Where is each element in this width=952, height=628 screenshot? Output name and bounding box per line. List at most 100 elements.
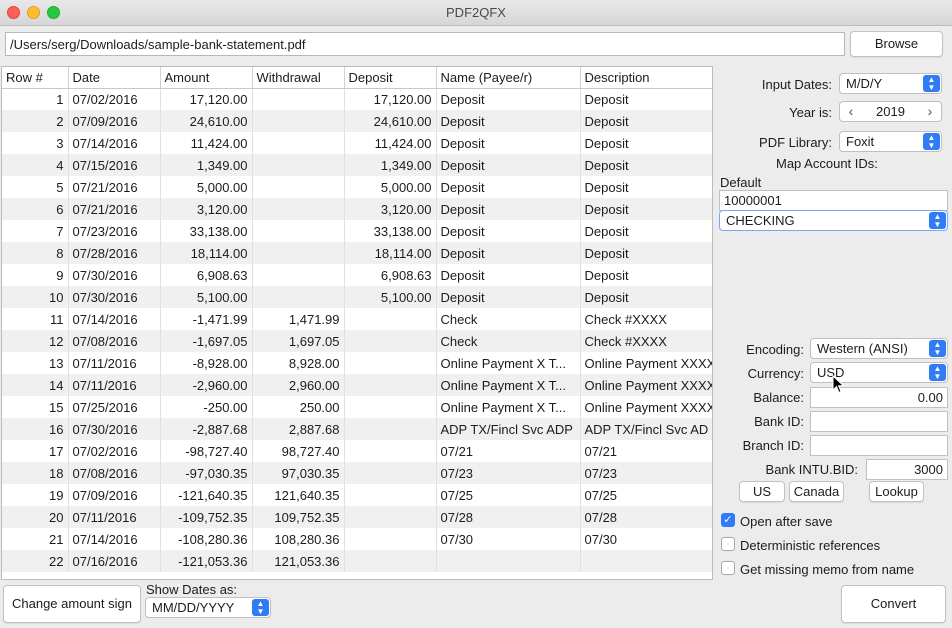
cell-row-number[interactable]: 20 bbox=[2, 506, 69, 528]
cell-description[interactable]: 07/21 bbox=[580, 440, 712, 462]
cell-withdrawal[interactable]: 108,280.36 bbox=[252, 528, 345, 550]
table-row[interactable]: 2 07/09/2016 24,610.00 24,610.00 Deposit Depo… bbox=[2, 110, 712, 132]
table-row[interactable]: 5 07/21/2016 5,000.00 5,000.00 Deposit Deposi… bbox=[2, 176, 712, 198]
cell-description[interactable]: Deposit bbox=[580, 176, 712, 198]
cell-amount[interactable]: -1,471.99 bbox=[160, 308, 253, 330]
cell-withdrawal[interactable] bbox=[252, 242, 345, 264]
cell-date[interactable]: 07/09/2016 bbox=[68, 110, 161, 132]
cell-withdrawal[interactable] bbox=[252, 198, 345, 220]
pdf-library-select[interactable]: Foxit ▲ ▼ bbox=[839, 131, 942, 152]
table-row[interactable]: 20 07/11/2016 -109,752.35 109,752.35 07/28 07… bbox=[2, 506, 712, 528]
table-row[interactable]: 9 07/30/2016 6,908.63 6,908.63 Deposit Deposi… bbox=[2, 264, 712, 286]
table-row[interactable]: 12 07/08/2016 -1,697.05 1,697.05 Check Check … bbox=[2, 330, 712, 352]
cell-description[interactable]: Deposit bbox=[580, 220, 712, 242]
cell-name[interactable]: Deposit bbox=[436, 198, 581, 220]
cell-name[interactable]: Deposit bbox=[436, 242, 581, 264]
cell-date[interactable]: 07/08/2016 bbox=[68, 462, 161, 484]
chevron-right-icon[interactable]: › bbox=[921, 102, 939, 121]
table-row[interactable]: 6 07/21/2016 3,120.00 3,120.00 Deposit Deposi… bbox=[2, 198, 712, 220]
chevron-left-icon[interactable]: ‹ bbox=[842, 102, 860, 121]
cell-deposit[interactable] bbox=[344, 440, 437, 462]
cell-deposit[interactable]: 1,349.00 bbox=[344, 154, 437, 176]
table-row[interactable]: 14 07/11/2016 -2,960.00 2,960.00 Online Paym… bbox=[2, 374, 712, 396]
cell-amount[interactable]: 1,349.00 bbox=[160, 154, 253, 176]
cell-date[interactable]: 07/11/2016 bbox=[68, 352, 161, 374]
cell-deposit[interactable] bbox=[344, 462, 437, 484]
cell-deposit[interactable] bbox=[344, 528, 437, 550]
cell-deposit[interactable]: 11,424.00 bbox=[344, 132, 437, 154]
cell-withdrawal[interactable]: 109,752.35 bbox=[252, 506, 345, 528]
cell-name[interactable]: 07/30 bbox=[436, 528, 581, 550]
cell-amount[interactable]: 5,000.00 bbox=[160, 176, 253, 198]
open-after-save-label[interactable]: Open after save bbox=[740, 514, 833, 529]
cell-date[interactable]: 07/21/2016 bbox=[68, 176, 161, 198]
transactions-table[interactable]: Row # Date Amount Withdrawal Deposit Nam… bbox=[1, 66, 713, 580]
cell-row-number[interactable]: 9 bbox=[2, 264, 69, 286]
cell-amount[interactable]: -8,928.00 bbox=[160, 352, 253, 374]
cell-date[interactable]: 07/30/2016 bbox=[68, 418, 161, 440]
col-header-amount[interactable]: Amount bbox=[160, 67, 253, 89]
cell-description[interactable] bbox=[580, 550, 712, 572]
pdf-path-input[interactable] bbox=[5, 32, 845, 56]
cell-date[interactable]: 07/23/2016 bbox=[68, 220, 161, 242]
cell-withdrawal[interactable] bbox=[252, 88, 345, 110]
cell-withdrawal[interactable] bbox=[252, 264, 345, 286]
cell-row-number[interactable]: 13 bbox=[2, 352, 69, 374]
cell-amount[interactable]: 18,114.00 bbox=[160, 242, 253, 264]
cell-description[interactable]: Deposit bbox=[580, 154, 712, 176]
cell-amount[interactable]: -2,887.68 bbox=[160, 418, 253, 440]
cell-row-number[interactable]: 18 bbox=[2, 462, 69, 484]
table-row[interactable]: 19 07/09/2016 -121,640.35 121,640.35 07/25 07… bbox=[2, 484, 712, 506]
input-dates-select[interactable]: M/D/Y ▲ ▼ bbox=[839, 73, 942, 94]
cell-date[interactable]: 07/02/2016 bbox=[68, 440, 161, 462]
cell-amount[interactable]: -250.00 bbox=[160, 396, 253, 418]
cell-description[interactable]: Online Payment XXXX bbox=[580, 396, 712, 418]
cell-amount[interactable]: 11,424.00 bbox=[160, 132, 253, 154]
cell-deposit[interactable] bbox=[344, 484, 437, 506]
cell-name[interactable]: 07/25 bbox=[436, 484, 581, 506]
cell-withdrawal[interactable]: 2,960.00 bbox=[252, 374, 345, 396]
cell-deposit[interactable]: 17,120.00 bbox=[344, 88, 437, 110]
cell-date[interactable]: 07/25/2016 bbox=[68, 396, 161, 418]
cell-row-number[interactable]: 14 bbox=[2, 374, 69, 396]
cell-amount[interactable]: 33,138.00 bbox=[160, 220, 253, 242]
cell-row-number[interactable]: 6 bbox=[2, 198, 69, 220]
table-row[interactable]: 3 07/14/2016 11,424.00 11,424.00 Deposit Depo… bbox=[2, 132, 712, 154]
cell-deposit[interactable] bbox=[344, 506, 437, 528]
encoding-select[interactable]: Western (ANSI) ▲ ▼ bbox=[810, 338, 948, 359]
cell-name[interactable]: Deposit bbox=[436, 176, 581, 198]
cell-name[interactable]: Deposit bbox=[436, 132, 581, 154]
cell-description[interactable]: Deposit bbox=[580, 264, 712, 286]
cell-date[interactable]: 07/11/2016 bbox=[68, 374, 161, 396]
cell-description[interactable]: Check #XXXX bbox=[580, 308, 712, 330]
deterministic-references-checkbox[interactable] bbox=[721, 537, 735, 551]
cell-description[interactable]: Deposit bbox=[580, 132, 712, 154]
cell-amount[interactable]: -97,030.35 bbox=[160, 462, 253, 484]
cell-deposit[interactable]: 18,114.00 bbox=[344, 242, 437, 264]
cell-description[interactable]: Online Payment XXXX bbox=[580, 352, 712, 374]
table-row[interactable]: 18 07/08/2016 -97,030.35 97,030.35 07/23 07/2… bbox=[2, 462, 712, 484]
table-row[interactable]: 1 07/02/2016 17,120.00 17,120.00 Deposit Depo… bbox=[2, 88, 712, 110]
cell-deposit[interactable] bbox=[344, 418, 437, 440]
cell-deposit[interactable] bbox=[344, 396, 437, 418]
change-amount-sign-button[interactable]: Change amount sign bbox=[3, 585, 141, 623]
cell-withdrawal[interactable]: 121,640.35 bbox=[252, 484, 345, 506]
cell-date[interactable]: 07/28/2016 bbox=[68, 242, 161, 264]
cell-withdrawal[interactable]: 97,030.35 bbox=[252, 462, 345, 484]
cell-withdrawal[interactable] bbox=[252, 220, 345, 242]
cell-date[interactable]: 07/30/2016 bbox=[68, 264, 161, 286]
cell-row-number[interactable]: 4 bbox=[2, 154, 69, 176]
cell-name[interactable] bbox=[436, 550, 581, 572]
show-dates-select[interactable]: MM/DD/YYYY ▲ ▼ bbox=[145, 597, 271, 618]
col-header-date[interactable]: Date bbox=[68, 67, 161, 89]
balance-input[interactable] bbox=[810, 387, 948, 408]
cell-withdrawal[interactable]: 250.00 bbox=[252, 396, 345, 418]
cell-date[interactable]: 07/16/2016 bbox=[68, 550, 161, 572]
cell-name[interactable]: Check bbox=[436, 330, 581, 352]
cell-name[interactable]: 07/23 bbox=[436, 462, 581, 484]
table-row[interactable]: 8 07/28/2016 18,114.00 18,114.00 Deposit Depo… bbox=[2, 242, 712, 264]
cell-date[interactable]: 07/11/2016 bbox=[68, 506, 161, 528]
table-row[interactable]: 15 07/25/2016 -250.00 250.00 Online Payment … bbox=[2, 396, 712, 418]
cell-amount[interactable]: 6,908.63 bbox=[160, 264, 253, 286]
cell-date[interactable]: 07/14/2016 bbox=[68, 308, 161, 330]
